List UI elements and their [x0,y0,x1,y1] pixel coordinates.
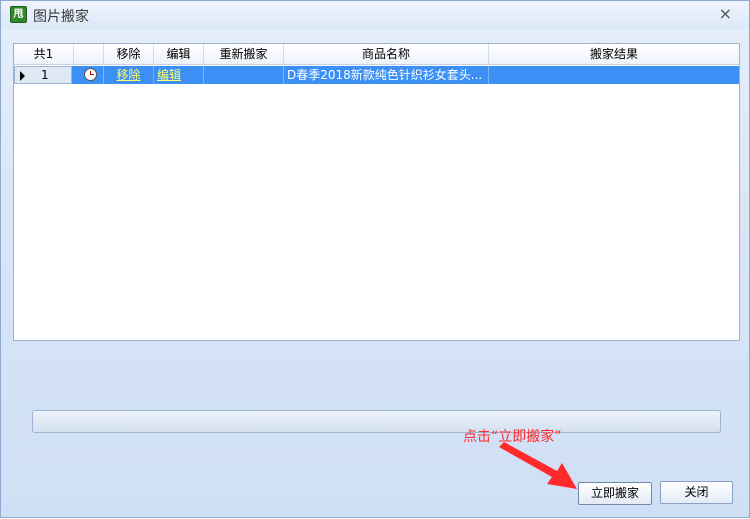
app-logo-icon: 甩 [10,6,27,23]
progress-bar [32,410,721,433]
column-header-count[interactable]: 共1 [14,44,74,65]
edit-link[interactable]: 编辑 [157,68,181,82]
row-index: 1 [41,68,49,82]
close-icon[interactable]: × [719,5,732,23]
table-row[interactable]: 1 移除 编辑 D春季2018新款纯色针织衫女套头... [14,66,739,84]
table-header: 共1 移除 编辑 重新搬家 商品名称 搬家结果 [14,44,739,65]
column-header-remove[interactable]: 移除 [104,44,154,65]
move-now-button[interactable]: 立即搬家 [578,482,652,505]
column-header-remove-again[interactable]: 重新搬家 [204,44,284,65]
window-title: 图片搬家 [33,9,89,25]
row-indicator[interactable]: 1 [14,66,72,84]
column-header-edit[interactable]: 编辑 [154,44,204,65]
column-header-result[interactable]: 搬家结果 [489,44,739,65]
row-pointer-icon [20,71,25,81]
row-status-cell [74,66,104,84]
dialog-window: 甩 图片搬家 × 共1 移除 编辑 重新搬家 商品名称 搬家结果 1 移除 编辑… [0,0,750,518]
row-product-name: D春季2018新款纯色针织衫女套头... [284,66,489,84]
clock-icon [84,68,97,81]
remove-link[interactable]: 移除 [116,68,140,82]
column-header-status[interactable] [74,44,104,65]
title-bar[interactable]: 甩 图片搬家 × [1,1,749,29]
annotation-label: 点击“立即搬家” [463,429,562,445]
products-table: 共1 移除 编辑 重新搬家 商品名称 搬家结果 1 移除 编辑 D春季2018新… [13,43,740,341]
row-result [489,66,739,84]
row-edit-cell: 编辑 [154,66,204,84]
close-button[interactable]: 关闭 [660,481,733,504]
row-remove-cell: 移除 [104,66,154,84]
column-header-product-name[interactable]: 商品名称 [284,44,489,65]
row-remove-again-cell [204,66,284,84]
